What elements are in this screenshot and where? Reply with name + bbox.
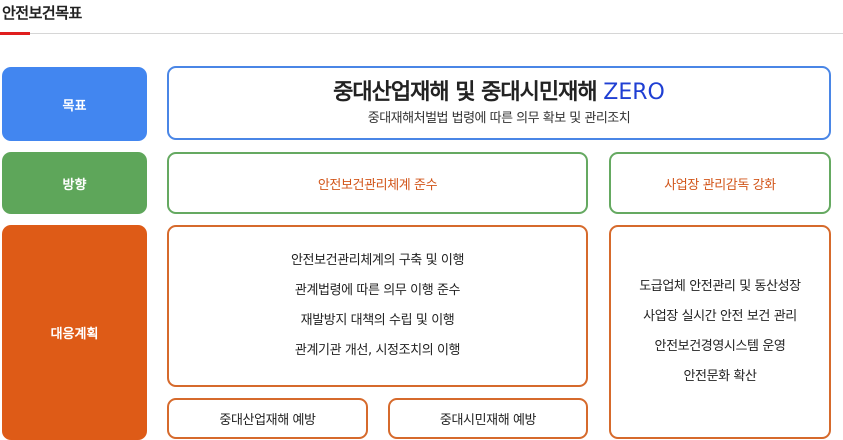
goal-label: 목표 (2, 67, 147, 141)
goal-zero-highlight: ZERO (603, 80, 665, 105)
plan-item: 도급업체 안전관리 및 동산성장 (639, 279, 801, 294)
prevention-box-civil: 중대시민재해 예방 (388, 398, 588, 439)
plan-label: 대응계획 (2, 225, 147, 440)
direction-label: 방향 (2, 152, 147, 214)
plan-item: 재발방지 대책의 수립 및 이행 (300, 313, 455, 328)
goal-main-text: 중대산업재해 및 중대시민재해 ZERO (333, 80, 665, 106)
prevention-box-industrial: 중대산업재해 예방 (167, 398, 368, 439)
plan-box-supervision: 도급업체 안전관리 및 동산성장 사업장 실시간 안전 보건 관리 안전보건경영… (609, 225, 831, 439)
direction-box-supervision: 사업장 관리감독 강화 (609, 152, 831, 214)
plan-item: 안전보건경영시스템 운영 (654, 339, 786, 354)
plan-item: 사업장 실시간 안전 보건 관리 (643, 309, 797, 324)
plan-item: 관계법령에 따른 의무 이행 준수 (294, 283, 461, 298)
plan-box-system: 안전보건관리체계의 구축 및 이행 관계법령에 따른 의무 이행 준수 재발방지… (167, 225, 588, 387)
title-divider (0, 33, 843, 34)
goal-box: 중대산업재해 및 중대시민재해 ZERO 중대재해처벌법 법령에 따른 의무 확… (167, 66, 831, 140)
title-accent-bar (0, 32, 30, 35)
plan-item: 안전보건관리체계의 구축 및 이행 (290, 253, 465, 268)
plan-item: 안전문화 확산 (683, 369, 757, 384)
direction-box-system: 안전보건관리체계 준수 (167, 152, 588, 214)
plan-item: 관계기관 개선, 시정조치의 이행 (294, 343, 461, 358)
goal-main-text-label: 중대산업재해 및 중대시민재해 (333, 80, 597, 105)
goal-sub-text: 중대재해처벌법 법령에 따른 의무 확보 및 관리조치 (367, 111, 631, 126)
page-title: 안전보건목표 (2, 4, 82, 22)
